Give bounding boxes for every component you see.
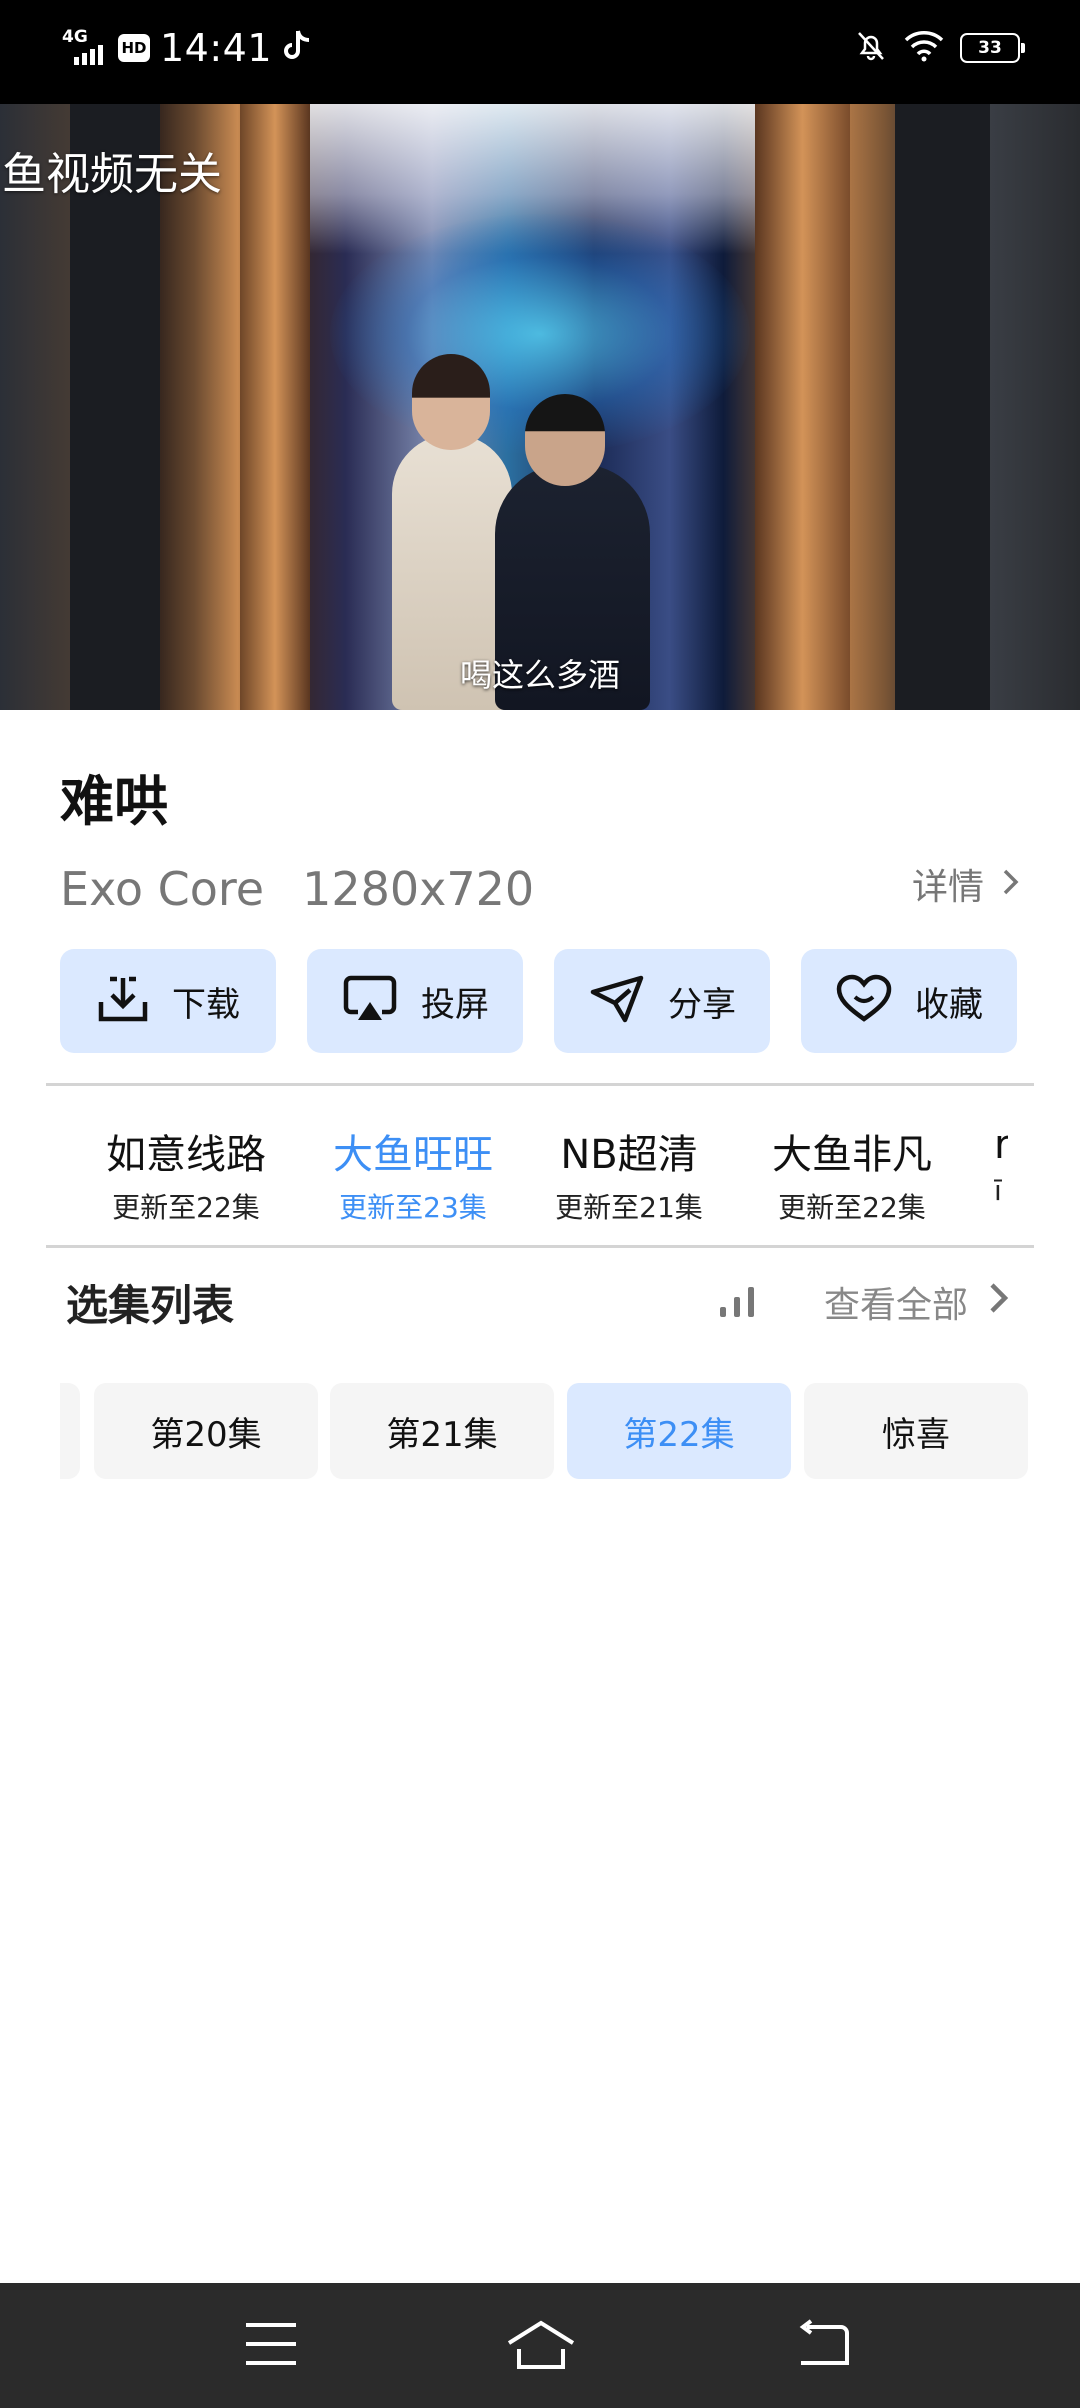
source-tab-active[interactable]: 大鱼旺旺 更新至23集	[318, 1122, 508, 1226]
episode-item[interactable]: 第21集	[330, 1383, 554, 1479]
share-icon	[588, 974, 646, 1028]
details-link[interactable]: 详情	[912, 858, 1020, 910]
video-player[interactable]: 鱼视频无关 喝这么多酒	[0, 104, 1080, 710]
episode-item-active[interactable]: 第22集	[567, 1383, 791, 1479]
source-update: 更新至21集	[555, 1191, 703, 1224]
cast-button[interactable]: 投屏	[307, 949, 523, 1053]
tiktok-icon	[282, 29, 312, 67]
system-nav-bar	[0, 2283, 1080, 2408]
favorite-label: 收藏	[915, 984, 983, 1025]
source-update: ī	[994, 1174, 1002, 1207]
episode-list: 第20集 第21集 第22集 惊喜	[60, 1383, 1030, 1479]
status-right: 33	[854, 18, 1025, 78]
share-label: 分享	[668, 984, 736, 1025]
download-label: 下载	[172, 984, 240, 1025]
source-tabs: 如意线路 更新至22集 大鱼旺旺 更新至23集 NB超清 更新至21集 大鱼非凡…	[46, 1086, 1034, 1244]
video-subtitle: 喝这么多酒	[459, 656, 620, 694]
source-tab[interactable]: 大鱼非凡 更新至22集	[762, 1122, 942, 1226]
video-frame-figure-head	[525, 394, 605, 486]
details-label: 详情	[911, 867, 984, 908]
source-tab-partial[interactable]: r ī	[994, 1122, 1008, 1207]
resolution: 1280x720	[302, 862, 535, 916]
video-meta: Exo Core 1280x720	[60, 862, 534, 916]
view-all-label: 查看全部	[823, 1285, 968, 1326]
battery-icon: 33	[960, 33, 1025, 63]
episode-item-partial[interactable]	[60, 1383, 80, 1479]
battery-level: 33	[978, 38, 1002, 58]
source-tab[interactable]: 如意线路 更新至22集	[96, 1122, 276, 1226]
player-core: Exo Core	[60, 862, 265, 916]
video-frame-figure-head	[412, 354, 490, 450]
status-time: 14:41	[160, 26, 273, 70]
download-button[interactable]: 下载	[60, 949, 276, 1053]
video-frame-pillar	[895, 104, 990, 710]
cast-label: 投屏	[421, 984, 489, 1025]
episode-item[interactable]: 第20集	[94, 1383, 318, 1479]
episode-item[interactable]: 惊喜	[804, 1383, 1028, 1479]
source-name: NB超清	[560, 1132, 698, 1178]
network-type: 4G	[62, 27, 88, 47]
video-frame-door	[755, 104, 850, 710]
source-update: 更新至22集	[778, 1191, 926, 1224]
episode-list-title: 选集列表	[66, 1281, 235, 1330]
status-left: 4G HD 14:41	[62, 18, 312, 78]
favorite-button[interactable]: 收藏	[801, 949, 1017, 1053]
source-name: 如意线路	[106, 1132, 266, 1178]
download-icon	[96, 974, 150, 1028]
chevron-right-icon	[988, 1281, 1010, 1324]
source-name: r	[994, 1122, 1008, 1168]
home-icon[interactable]	[505, 2319, 577, 2375]
divider	[46, 1245, 1034, 1248]
chevron-right-icon	[1002, 864, 1020, 905]
wifi-icon	[904, 30, 944, 66]
video-title: 难哄	[60, 770, 168, 833]
video-watermark: 鱼视频无关	[2, 149, 222, 200]
mute-bell-icon	[854, 29, 888, 67]
status-bar: 4G HD 14:41 33	[0, 0, 1080, 104]
cellular-signal-icon: 4G	[62, 25, 108, 71]
video-frame-door	[240, 104, 310, 710]
source-update: 更新至22集	[112, 1191, 260, 1224]
action-bar: 下载 投屏 分享 收藏	[60, 949, 1020, 1053]
source-update: 更新至23集	[339, 1191, 487, 1224]
sort-order-icon[interactable]	[718, 1283, 760, 1325]
share-button[interactable]: 分享	[554, 949, 770, 1053]
menu-icon[interactable]	[244, 2319, 298, 2373]
source-name: 大鱼旺旺	[333, 1132, 493, 1178]
source-name: 大鱼非凡	[772, 1132, 932, 1178]
back-icon[interactable]	[795, 2319, 851, 2373]
heart-icon	[835, 974, 893, 1028]
hd-badge: HD	[118, 34, 150, 62]
view-all-link[interactable]: 查看全部	[824, 1276, 1010, 1328]
source-tab[interactable]: NB超清 更新至21集	[544, 1122, 714, 1226]
cast-icon	[341, 974, 399, 1028]
